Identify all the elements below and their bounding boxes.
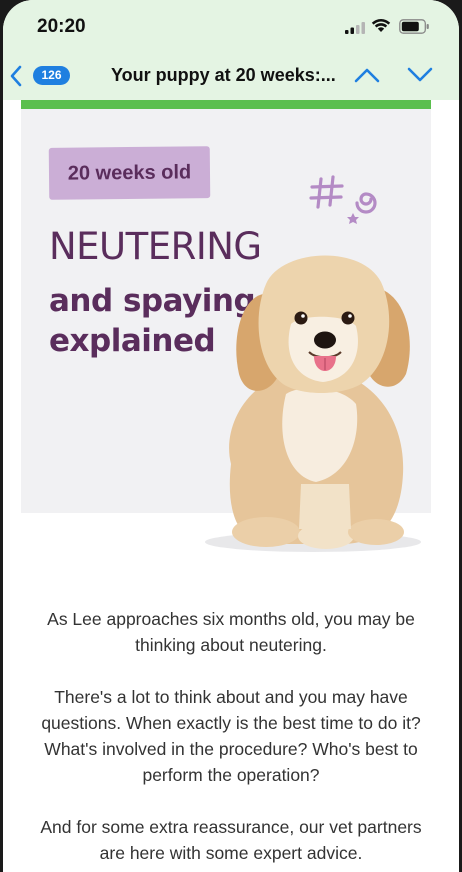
- battery-icon: [399, 19, 429, 34]
- wifi-icon: [371, 18, 391, 32]
- back-chevron-icon[interactable]: [9, 65, 23, 87]
- email-body: 20 weeks old NEUTERING and spaying expla…: [3, 100, 459, 872]
- chevron-up-icon[interactable]: [354, 66, 380, 84]
- age-tag-label: 20 weeks old: [67, 161, 192, 185]
- email-subject-title: Your puppy at 20 weeks:...: [111, 65, 336, 85]
- signal-icon: [345, 22, 365, 34]
- body-paragraph: As Lee approaches six months old, you ma…: [47, 609, 415, 655]
- unread-count-badge[interactable]: 126: [33, 66, 70, 85]
- navigation-bar: 126 Your puppy at 20 weeks:...: [3, 52, 459, 100]
- puppy-image: [205, 255, 421, 552]
- status-bar: 20:20: [3, 0, 459, 52]
- brand-green-strip: [21, 100, 431, 109]
- doodle-decoration: [309, 175, 377, 224]
- phone-screen: 20:20 126 Your puppy at 20 weeks:... 20 …: [3, 0, 459, 872]
- body-paragraph: There's a lot to think about and you may…: [41, 687, 421, 785]
- body-paragraph: And for some extra reassurance, our vet …: [40, 817, 422, 863]
- hero-banner: 20 weeks old NEUTERING and spaying expla…: [21, 109, 431, 552]
- status-time: 20:20: [37, 16, 86, 37]
- age-tag: 20 weeks old: [48, 146, 211, 200]
- chevron-down-icon[interactable]: [407, 66, 433, 84]
